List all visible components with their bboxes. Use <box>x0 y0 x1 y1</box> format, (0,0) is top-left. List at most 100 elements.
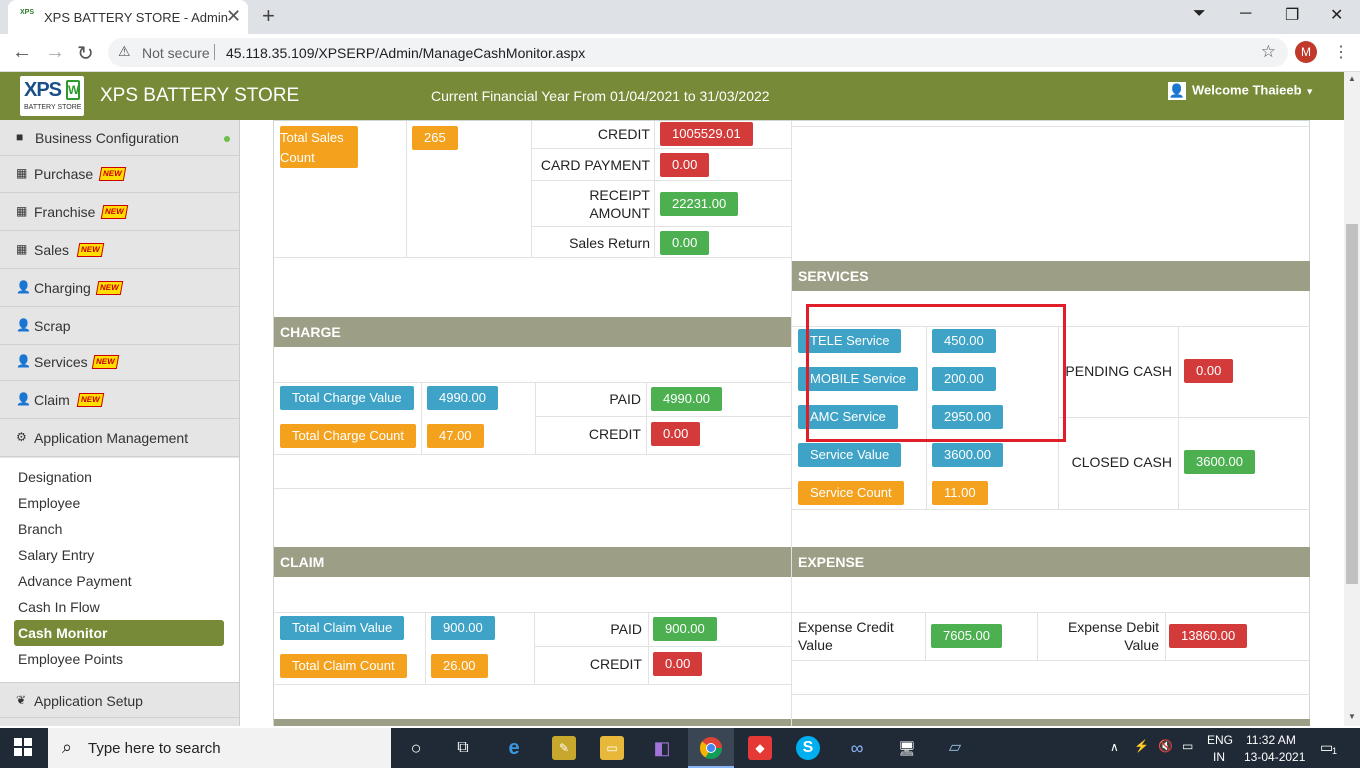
total-charge-value[interactable]: 4990.00 <box>427 386 498 410</box>
next-section-header <box>792 719 1310 726</box>
region-label[interactable]: IN <box>1213 750 1225 764</box>
logo[interactable]: XPS W BATTERY STORE <box>20 76 84 116</box>
service-value-label[interactable]: Service Value <box>798 443 902 467</box>
divider <box>534 646 791 647</box>
claim-credit-value[interactable]: 0.00 <box>653 652 703 676</box>
total-charge-count[interactable]: 47.00 <box>427 424 484 448</box>
claim-paid-value[interactable]: 900.00 <box>653 617 717 641</box>
expense-debit-value[interactable]: 13860.00 <box>1169 624 1248 648</box>
services-header: SERVICES <box>792 261 1310 291</box>
charge-credit-value[interactable]: 0.00 <box>651 422 701 446</box>
sidebar-item-services[interactable]: 👤 Services NEW <box>0 344 239 381</box>
restore-button[interactable]: ❐ <box>1285 5 1299 25</box>
tray-overflow-icon[interactable]: ∧ <box>1110 740 1119 754</box>
app-icon[interactable]: ✎ <box>552 736 576 760</box>
expense-credit-value[interactable]: 7605.00 <box>931 624 1002 648</box>
sidebar-item-claim[interactable]: 👤 Claim NEW <box>0 382 239 419</box>
sidebar-item-franchise[interactable]: ▦ Franchise NEW <box>0 194 239 231</box>
speaker-muted-icon[interactable]: 🔇 <box>1158 739 1173 753</box>
total-claim-value[interactable]: 900.00 <box>431 616 495 640</box>
total-sales-count-value[interactable]: 265 <box>412 126 458 150</box>
cortana-icon[interactable]: ○ <box>404 736 428 760</box>
language-label[interactable]: ENG <box>1207 733 1233 747</box>
warning-icon[interactable]: ⚠ <box>118 43 131 60</box>
omnibox[interactable]: ⚠ Not secure 45.118.35.109/XPSERP/Admin/… <box>108 38 1288 67</box>
notepad-icon[interactable]: ▱ <box>943 736 967 760</box>
edge-icon[interactable]: e <box>502 736 526 760</box>
total-claim-count[interactable]: 26.00 <box>431 654 488 678</box>
sidebar-item-label: Claim <box>34 392 70 408</box>
visual-studio-icon[interactable]: ◧ <box>650 736 674 760</box>
taskbar-search[interactable]: ⌕ Type here to search <box>48 728 391 768</box>
submenu-item-branch[interactable]: Branch <box>18 521 62 537</box>
service-count-label[interactable]: Service Count <box>798 481 904 505</box>
sidebar: ■ Business Configuration ▦ Purchase NEW … <box>0 120 240 726</box>
network-icon[interactable]: ▭ <box>1182 739 1193 753</box>
claim-paid-label: PAID <box>610 621 642 637</box>
total-charge-value-label[interactable]: Total Charge Value <box>280 386 414 410</box>
app-infinity-icon[interactable]: ∞ <box>845 736 869 760</box>
profile-avatar[interactable]: M <box>1295 41 1317 63</box>
submenu-item-salary-entry[interactable]: Salary Entry <box>18 547 94 563</box>
closed-cash-value[interactable]: 3600.00 <box>1184 450 1255 474</box>
profile-dropdown-icon[interactable]: ⏷ <box>1193 5 1206 23</box>
close-tab-icon[interactable]: ✕ <box>226 6 241 27</box>
total-charge-count-label[interactable]: Total Charge Count <box>280 424 417 448</box>
scroll-thumb[interactable] <box>1346 224 1358 584</box>
chrome-taskbar-item[interactable] <box>688 728 734 768</box>
chrome-menu-icon[interactable]: ⋮ <box>1333 42 1349 62</box>
clock-date[interactable]: 13-04-2021 <box>1244 750 1305 764</box>
submenu-item-designation[interactable]: Designation <box>18 469 92 485</box>
sales-credit-value[interactable]: 1005529.01 <box>660 122 753 146</box>
receipt-amount-value[interactable]: 22231.00 <box>660 192 739 216</box>
user-menu[interactable]: 👤 Welcome Thaieeb ▼ <box>1168 82 1314 100</box>
sidebar-item-application-management[interactable]: ⚙ Application Management <box>0 420 239 457</box>
close-window-button[interactable]: ✕ <box>1330 5 1343 25</box>
skype-icon[interactable]: S <box>796 736 820 760</box>
sidebar-item-charging[interactable]: 👤 Charging NEW <box>0 270 239 307</box>
bookmark-star-icon[interactable]: ☆ <box>1261 42 1276 62</box>
security-label[interactable]: Not secure <box>142 45 210 61</box>
sidebar-item-business-configuration[interactable]: ■ Business Configuration <box>0 120 239 156</box>
file-explorer-icon[interactable]: ▭ <box>600 736 624 760</box>
reload-button[interactable]: ↻ <box>77 41 94 66</box>
submenu-item-cash-monitor[interactable]: Cash Monitor <box>14 620 224 646</box>
service-value-value[interactable]: 3600.00 <box>932 443 1003 467</box>
charge-paid-value[interactable]: 4990.00 <box>651 387 722 411</box>
scroll-up-icon[interactable]: ▲ <box>1348 74 1356 83</box>
caret-down-icon: ▼ <box>1305 86 1315 97</box>
windows-start-icon[interactable] <box>14 738 32 756</box>
total-claim-count-label[interactable]: Total Claim Count <box>280 654 407 678</box>
back-button[interactable]: ← <box>12 41 32 64</box>
sidebar-item-sales[interactable]: ▦ Sales NEW <box>0 232 239 269</box>
scroll-down-icon[interactable]: ▼ <box>1348 712 1356 721</box>
card-payment-label: CARD PAYMENT <box>540 157 650 173</box>
browser-tab[interactable]: XPS XPS BATTERY STORE - Admin ✕ <box>8 0 248 34</box>
page-scrollbar[interactable]: ▲ ▼ <box>1344 72 1360 726</box>
remote-desktop-icon[interactable]: 🖥 <box>895 736 919 760</box>
submenu-item-employee[interactable]: Employee <box>18 495 80 511</box>
task-view-icon[interactable]: ⧉ <box>451 736 475 760</box>
sidebar-item-scrap[interactable]: 👤 Scrap <box>0 308 239 345</box>
pending-cash-value[interactable]: 0.00 <box>1184 359 1234 383</box>
forward-button[interactable]: → <box>45 41 65 64</box>
clock-time[interactable]: 11:32 AM <box>1246 733 1296 747</box>
tray-app-icon[interactable]: ⚡ <box>1134 739 1149 753</box>
total-claim-value-label[interactable]: Total Claim Value <box>280 616 405 640</box>
service-count-value[interactable]: 11.00 <box>932 481 988 505</box>
sidebar-item-purchase[interactable]: ▦ Purchase NEW <box>0 156 239 193</box>
new-tab-button[interactable]: + <box>262 3 275 29</box>
total-sales-count-label[interactable]: Total Sales Count <box>280 126 358 168</box>
card-payment-value[interactable]: 0.00 <box>660 153 710 177</box>
anydesk-icon[interactable]: ◆ <box>748 736 772 760</box>
next-section-header <box>274 719 791 726</box>
submenu-item-employee-points[interactable]: Employee Points <box>18 651 123 667</box>
submenu-item-cash-in-flow[interactable]: Cash In Flow <box>18 599 100 615</box>
sidebar-item-label: Purchase <box>34 166 94 182</box>
minimize-button[interactable]: ─ <box>1240 5 1251 23</box>
submenu-item-advance-payment[interactable]: Advance Payment <box>18 573 132 589</box>
address-bar-row: ← → ↻ ⚠ Not secure 45.118.35.109/XPSERP/… <box>0 34 1360 72</box>
url-text[interactable]: 45.118.35.109/XPSERP/Admin/ManageCashMon… <box>226 45 585 61</box>
sales-return-value[interactable]: 0.00 <box>660 231 710 255</box>
sidebar-item-application-setup[interactable]: ❦ Application Setup <box>0 682 239 718</box>
